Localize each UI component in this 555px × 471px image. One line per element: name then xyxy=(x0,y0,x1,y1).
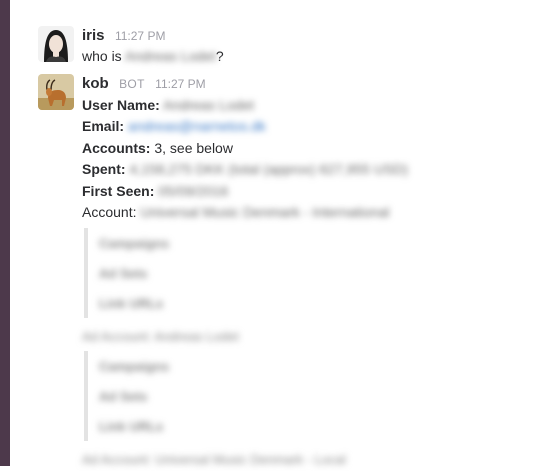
avatar-kob[interactable] xyxy=(38,74,74,110)
field-label: Spent: xyxy=(82,161,126,177)
message-kob: kob BOT 11:27 PM User Name: Andreas Lode… xyxy=(38,74,555,467)
avatar-iris-icon xyxy=(38,26,74,62)
message-text-suffix: ? xyxy=(215,48,224,64)
account-title-2: Ad Account: Andreas Lodet xyxy=(82,326,545,348)
account-title: Ad Account: Universal Music Denmark - Lo… xyxy=(82,452,346,467)
account-title: Ad Account: Andreas Lodet xyxy=(82,328,239,344)
attachment-item-label: Ad Sets xyxy=(99,389,148,404)
field-value: Andreas Lodet xyxy=(162,96,255,113)
field-spent: Spent: 4,158,275 DKK (total (approx) 627… xyxy=(82,159,545,181)
message-timestamp[interactable]: 11:27 PM xyxy=(155,77,205,91)
sidebar-edge xyxy=(0,0,10,466)
message-author[interactable]: iris xyxy=(82,27,105,44)
field-user-name: User Name: Andreas Lodet xyxy=(82,95,545,117)
field-value: 05/09/2016 xyxy=(158,182,229,199)
field-value: 4,158,275 DKK (total (approx) 627,955 US… xyxy=(129,161,409,177)
attachment-item-label: Campaigns xyxy=(99,359,170,374)
message-author[interactable]: kob xyxy=(82,75,109,92)
attachment-item-label: Link URLs xyxy=(99,295,164,311)
field-account: Account: Universal Music Denmark - Inter… xyxy=(82,202,545,224)
field-label: User Name: xyxy=(82,96,160,113)
attachment-item[interactable]: Ad Sets xyxy=(99,258,545,288)
account-title-3: Ad Account: Universal Music Denmark - Lo… xyxy=(82,449,545,471)
bot-badge: BOT xyxy=(119,77,145,91)
attachment-item[interactable]: Campaigns xyxy=(99,351,545,381)
message-iris: iris 11:27 PM who is Andreas Lodet? xyxy=(38,26,555,66)
attachment-item[interactable]: Link URLs xyxy=(99,288,545,318)
field-label: Accounts: xyxy=(82,139,151,156)
redacted-name: Andreas Lodet xyxy=(124,48,216,64)
attachment-item[interactable]: Ad Sets xyxy=(99,381,545,411)
field-label: First Seen: xyxy=(82,182,155,199)
attachment-item[interactable]: Link URLs xyxy=(99,411,545,441)
field-value: 3, see below xyxy=(154,139,233,156)
message-text: who is Andreas Lodet? xyxy=(82,46,545,67)
field-first-seen: First Seen: 05/09/2016 xyxy=(82,181,545,203)
message-timestamp[interactable]: 11:27 PM xyxy=(115,29,165,43)
field-value: Universal Music Denmark - International xyxy=(140,204,390,220)
avatar-iris[interactable] xyxy=(38,26,74,62)
account-attachment-1: Campaigns Ad Sets Link URLs xyxy=(84,227,545,318)
attachment-item-label: Campaigns xyxy=(99,235,170,251)
field-email: Email: andreas@narnetos.dk xyxy=(82,116,545,138)
field-label: Email: xyxy=(82,118,125,134)
attachment-item-label: Link URLs xyxy=(99,419,164,434)
message-text-prefix: who is xyxy=(82,48,122,64)
email-link[interactable]: andreas@narnetos.dk xyxy=(128,118,266,134)
field-accounts: Accounts: 3, see below xyxy=(82,138,545,160)
attachment-item-label: Ad Sets xyxy=(99,265,148,281)
attachment-item[interactable]: Campaigns xyxy=(99,228,545,258)
field-label: Account: xyxy=(82,204,137,220)
avatar-antelope-icon xyxy=(38,74,74,110)
account-attachment-2: Campaigns Ad Sets Link URLs xyxy=(84,351,545,441)
